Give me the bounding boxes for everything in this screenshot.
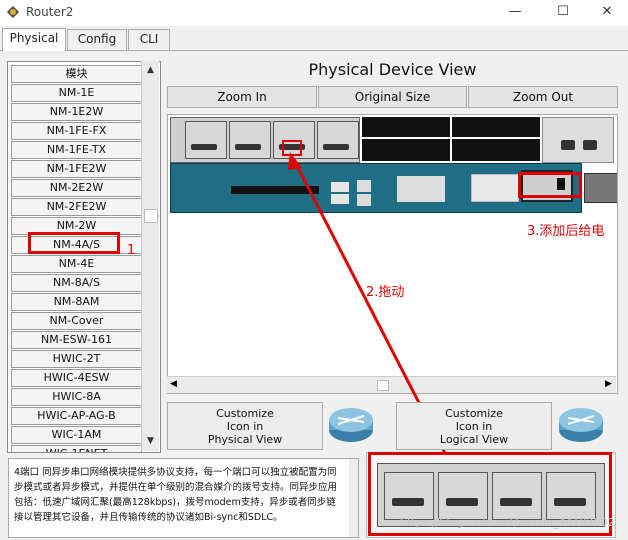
customize-logical-button[interactable]: Customize Icon in Logical View <box>396 402 552 450</box>
module-description: 4端口 同异步串口网络模块提供多协议支持，每一个端口可以独立被配置为同步模式或者… <box>8 458 359 538</box>
router-icon <box>559 408 603 442</box>
customize-physical-line3: Physical View <box>207 432 283 446</box>
customize-logical-line3: Logical View <box>439 432 509 446</box>
customize-physical-line2: Icon in <box>226 419 264 433</box>
customize-physical-line1: Customize <box>216 406 274 420</box>
description-text: 4端口 同异步串口网络模块提供多协议支持，每一个端口可以独立被配置为同步模式或者… <box>14 467 338 523</box>
description-scrollbar[interactable] <box>349 459 358 537</box>
customize-logical-line2: Icon in <box>455 419 493 433</box>
watermark: https://blog.csdn.net/weixin_44182002 <box>400 516 615 529</box>
customize-physical-button[interactable]: Customize Icon in Physical View <box>167 402 323 450</box>
customize-logical-line1: Customize <box>445 406 503 420</box>
router-icon <box>329 408 373 442</box>
